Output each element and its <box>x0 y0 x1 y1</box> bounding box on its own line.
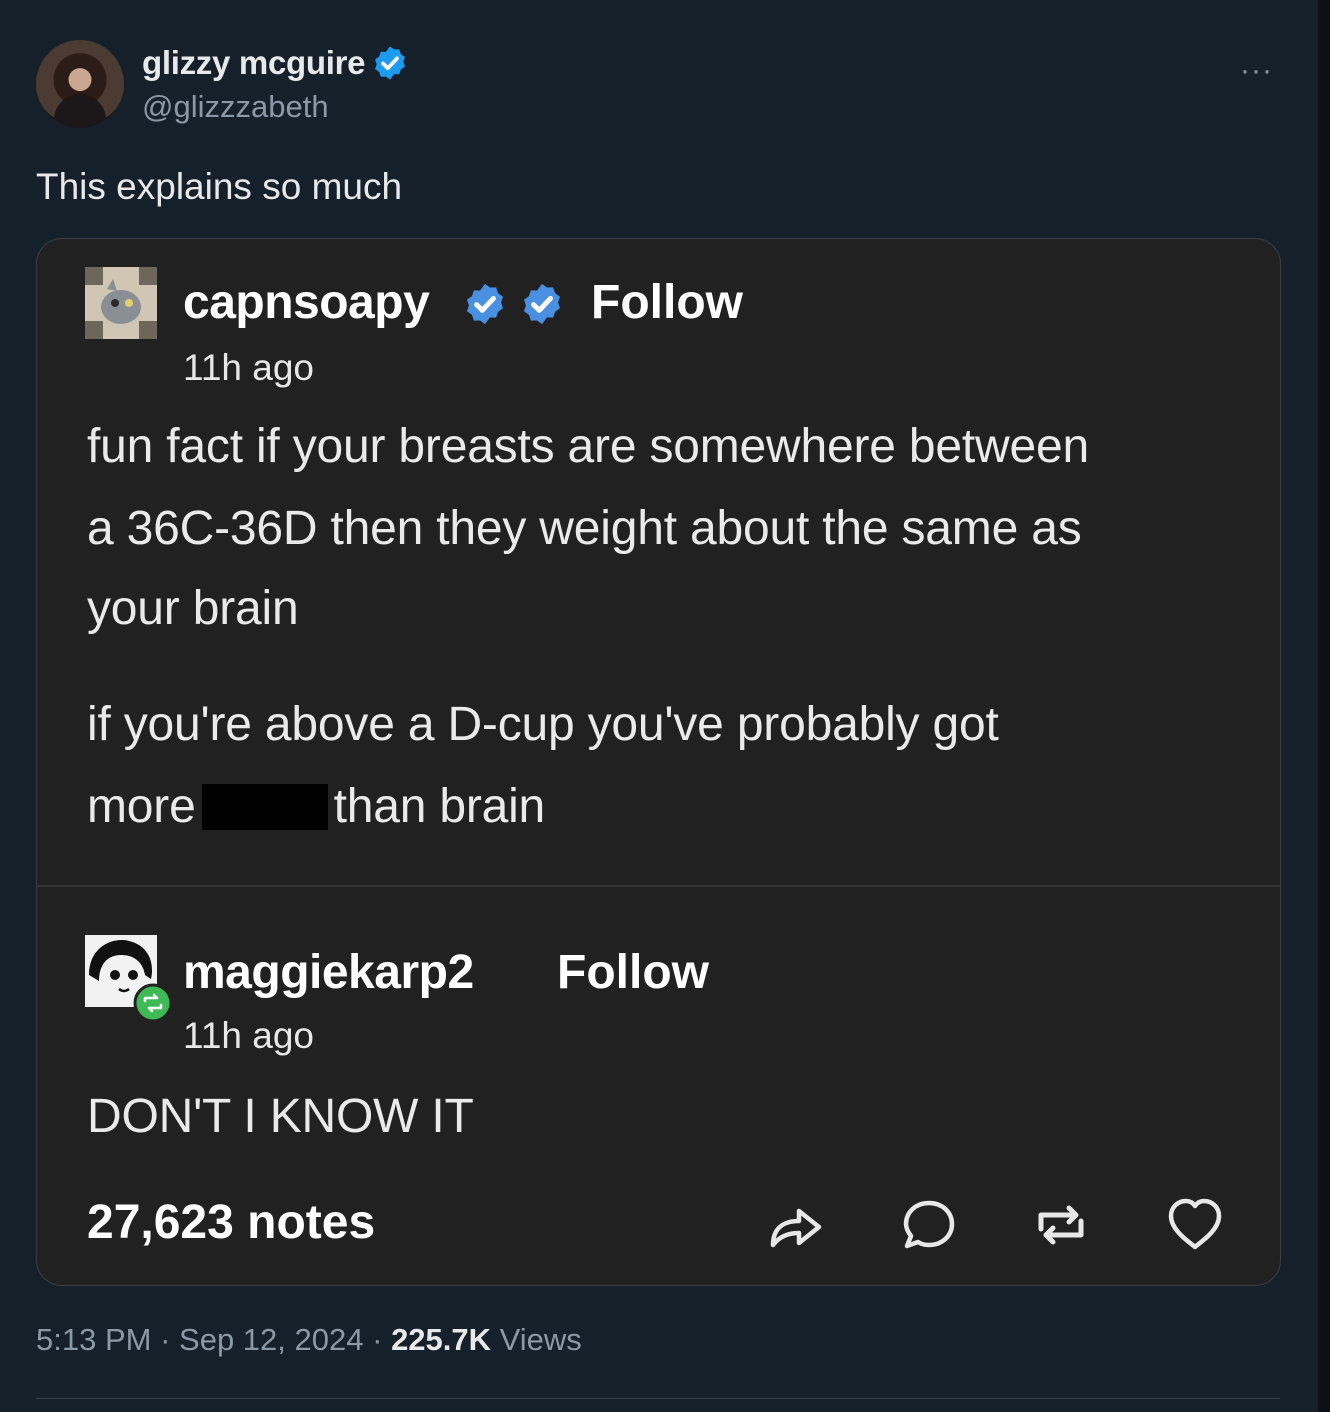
follow-capnsoapy-button[interactable]: Follow <box>591 275 743 330</box>
embedded-post-image[interactable]: capnsoapy Follow 11h ago fun fact if you… <box>36 238 1281 1286</box>
reblog-icon[interactable] <box>1031 1195 1091 1255</box>
meta-separator: · <box>160 1322 171 1357</box>
tweet-date[interactable]: Sep 12, 2024 <box>179 1322 363 1357</box>
tweet-time[interactable]: 5:13 PM <box>36 1322 151 1357</box>
reblog-badge-icon <box>133 983 173 1023</box>
capnsoapy-timestamp: 11h ago <box>183 347 314 388</box>
post-body-line: your brain <box>87 582 299 635</box>
capnsoapy-avatar[interactable] <box>85 267 157 339</box>
bottom-divider <box>36 1398 1280 1399</box>
tweet-meta: 5:13 PM · Sep 12, 2024 · 225.7K Views <box>36 1322 582 1358</box>
verified-badge-icon[interactable] <box>371 44 409 82</box>
tweet-text: This explains so much <box>36 166 403 207</box>
tweet: glizzy mcguire @glizzzabeth ··· This exp… <box>0 0 1318 1412</box>
window-edge <box>1318 0 1330 1412</box>
post-body-line: a 36C-36D then they weight about the sam… <box>87 502 1082 555</box>
reply-icon[interactable] <box>899 1195 959 1255</box>
verified-badge-icon <box>466 283 504 325</box>
post-body-text: more <box>87 780 196 833</box>
redaction-bar <box>201 784 328 830</box>
maggiekarp2-timestamp: 11h ago <box>183 1015 314 1056</box>
views-label: Views <box>499 1322 582 1357</box>
notes-count[interactable]: 27,623 notes <box>87 1195 375 1250</box>
share-icon[interactable] <box>765 1195 825 1255</box>
views-count[interactable]: 225.7K <box>391 1322 491 1357</box>
author-name[interactable]: glizzy mcguire <box>142 44 366 82</box>
capnsoapy-username[interactable]: capnsoapy <box>183 275 430 330</box>
verified-badge-icon <box>523 283 561 325</box>
post-body-text: than brain <box>333 780 546 833</box>
post-body-line: fun fact if your breasts are somewhere b… <box>87 420 1089 473</box>
more-icon[interactable]: ··· <box>1240 54 1273 88</box>
post-body-line: more than brain <box>87 779 545 834</box>
post-divider <box>37 885 1280 887</box>
post-body-line: if you're above a D-cup you've probably … <box>87 698 999 751</box>
maggiekarp2-username[interactable]: maggiekarp2 <box>183 945 474 1000</box>
heart-icon[interactable] <box>1165 1195 1225 1255</box>
follow-maggiekarp2-button[interactable]: Follow <box>557 945 709 1000</box>
meta-separator: · <box>372 1322 383 1357</box>
author-avatar[interactable] <box>36 40 124 128</box>
author-handle[interactable]: @glizzzabeth <box>142 89 329 125</box>
reblog-body-text: DON'T I KNOW IT <box>87 1090 474 1143</box>
